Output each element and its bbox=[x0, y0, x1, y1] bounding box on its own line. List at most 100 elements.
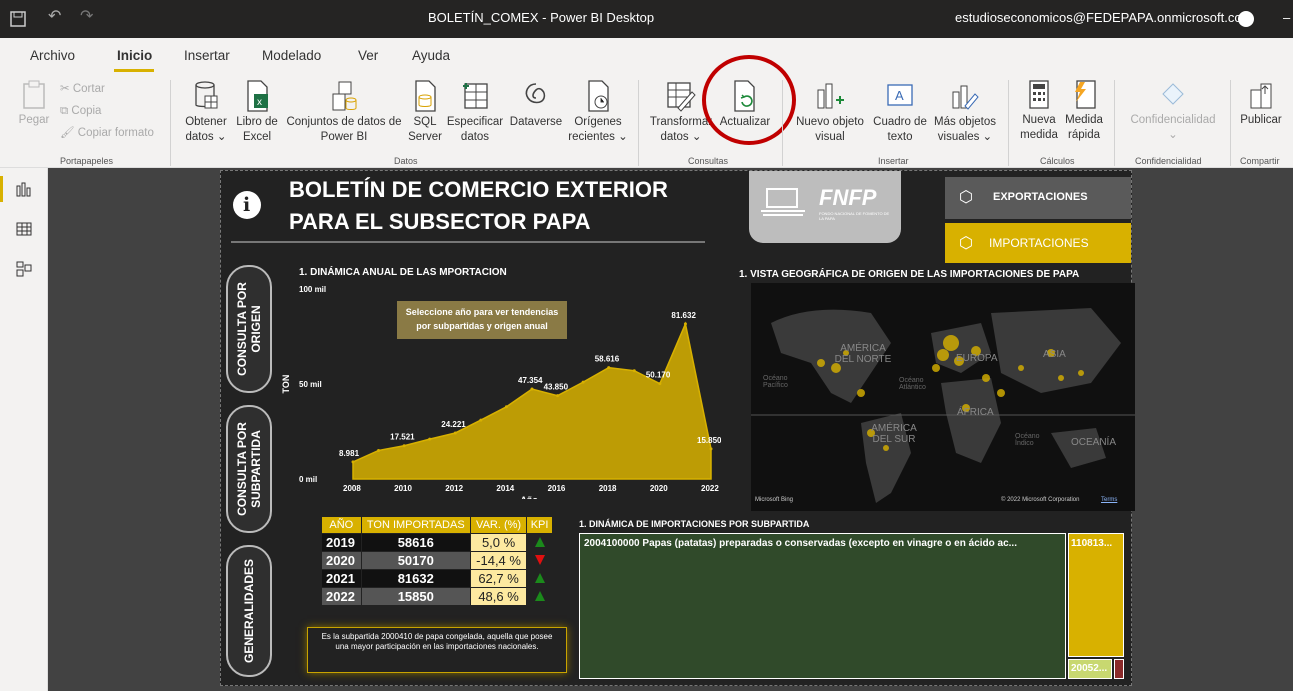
publish-button[interactable]: Publicar bbox=[1235, 80, 1287, 128]
recent-sources-label: Orígenes bbox=[574, 116, 622, 128]
report-title-2: PARA EL SUBSECTOR PAPA bbox=[289, 209, 591, 234]
group-calculos: Cálculos bbox=[1040, 156, 1075, 166]
sql-label2: Server bbox=[408, 131, 442, 143]
table-row[interactable]: 2020 50170 -14,4 % bbox=[321, 551, 553, 570]
kpi-var: 48,6 % bbox=[469, 587, 528, 606]
menu-ayuda[interactable]: Ayuda bbox=[412, 48, 450, 63]
avatar[interactable] bbox=[1238, 11, 1254, 27]
copy-icon: ⧉ bbox=[60, 105, 72, 117]
save-icon[interactable] bbox=[10, 11, 26, 27]
import-button[interactable]: ⬡ IMPORTACIONES bbox=[945, 223, 1131, 263]
format-painter-button[interactable]: 🖌 Copiar formato bbox=[60, 126, 154, 141]
treemap[interactable]: 2004100000 Papas (patatas) preparadas o … bbox=[579, 533, 1131, 679]
table-icon bbox=[463, 83, 488, 109]
info-icon: i bbox=[233, 191, 261, 219]
recent-sources-button[interactable]: Orígenes recientes ⌄ bbox=[566, 80, 630, 145]
tab-generalidades[interactable]: GENERALIDADES bbox=[226, 545, 272, 677]
menu-inicio[interactable]: Inicio bbox=[117, 48, 152, 63]
new-measure-button[interactable]: Nueva medida bbox=[1016, 80, 1062, 143]
excel-label2: Excel bbox=[242, 131, 272, 143]
model-view-icon[interactable] bbox=[15, 260, 33, 278]
y-tick-label: 100 mil bbox=[299, 285, 326, 294]
menu-insertar[interactable]: Insertar bbox=[184, 48, 230, 63]
dataset-icon bbox=[332, 81, 357, 111]
more-visuals-label: Más objetos bbox=[933, 116, 996, 128]
redo-icon[interactable]: ↷ bbox=[80, 6, 93, 26]
new-visual-button[interactable]: Nuevo objeto visual bbox=[790, 80, 870, 145]
calculator-icon bbox=[1029, 80, 1049, 109]
menu-modelado[interactable]: Modelado bbox=[262, 48, 321, 63]
copy-button[interactable]: ⧉ Copia bbox=[60, 104, 101, 119]
sensitivity-icon bbox=[1162, 83, 1184, 105]
map-terms-link[interactable]: Terms bbox=[1101, 497, 1117, 503]
cut-label: Cortar bbox=[72, 83, 105, 95]
paste-button[interactable]: Pegar bbox=[18, 80, 50, 128]
treemap-tile-3-value: 20052... bbox=[1071, 663, 1108, 674]
tab-consulta-subpartida[interactable]: CONSULTA POR SUBPARTIDA bbox=[226, 405, 272, 533]
table-row[interactable]: 2021 81632 62,7 % bbox=[321, 569, 553, 588]
treemap-tile-3[interactable]: 20052... bbox=[1068, 659, 1112, 679]
area-point bbox=[504, 405, 508, 409]
recent-sources-label2: recientes ⌄ bbox=[568, 131, 628, 143]
menu-ver[interactable]: Ver bbox=[358, 48, 378, 63]
data-label: 58.616 bbox=[595, 355, 620, 364]
y-tick-label: 0 mil bbox=[299, 475, 317, 484]
quick-measure-button[interactable]: Medida rápida bbox=[1062, 80, 1106, 143]
cut-button[interactable]: ✂ Cortar bbox=[60, 82, 105, 97]
treemap-title: 1. DINÁMICA DE IMPORTACIONES POR SUBPART… bbox=[579, 519, 810, 529]
pbi-datasets-label2: Power BI bbox=[320, 131, 368, 143]
kpi-indicator bbox=[526, 533, 553, 552]
publish-icon bbox=[1250, 83, 1272, 109]
area-point bbox=[377, 449, 381, 452]
table-row[interactable]: 2022 15850 48,6 % bbox=[321, 587, 553, 606]
new-visual-icon bbox=[817, 83, 844, 109]
menu-archivo[interactable]: Archivo bbox=[30, 48, 75, 63]
kpi-ton: 58616 bbox=[360, 533, 471, 552]
table-row[interactable]: 2019 58616 5,0 % bbox=[321, 533, 553, 552]
get-data-label: Obtener bbox=[185, 116, 227, 128]
text-box-button[interactable]: A Cuadro de texto bbox=[869, 80, 931, 145]
map-label-atlantic: Océano Atlántico bbox=[899, 377, 926, 391]
treemap-tile-main[interactable]: 2004100000 Papas (patatas) preparadas o … bbox=[579, 533, 1066, 679]
database-icon bbox=[195, 81, 218, 109]
map-label-south-america: AMÉRICA DEL SUR bbox=[871, 423, 917, 445]
dataverse-icon bbox=[525, 83, 546, 104]
data-label: 43.850 bbox=[544, 383, 569, 392]
sql-server-button[interactable]: SQL Server bbox=[405, 80, 445, 145]
x-tick-label: 2022 bbox=[701, 484, 719, 493]
menu-bar: Archivo Inicio Insertar Modelado Ver Ayu… bbox=[0, 38, 1293, 72]
new-measure-label2: medida bbox=[1020, 129, 1058, 141]
more-visuals-button[interactable]: Más objetos visuales ⌄ bbox=[929, 80, 1001, 145]
account-email[interactable]: estudioseconomicos@FEDEPAPA.onmicrosoft.… bbox=[955, 10, 1252, 25]
world-map[interactable]: AMÉRICA DEL NORTE AMÉRICA DEL SUR EUROPA… bbox=[751, 283, 1135, 511]
quick-measure-label2: rápida bbox=[1068, 129, 1100, 141]
sensitivity-button[interactable]: Confidencialidad ⌄ bbox=[1122, 80, 1224, 143]
kpi-indicator bbox=[526, 569, 553, 588]
data-view-icon[interactable] bbox=[15, 220, 33, 238]
treemap-tile-2[interactable]: 110813... bbox=[1068, 533, 1124, 657]
tab-consulta-origen[interactable]: CONSULTA POR ORIGEN bbox=[226, 265, 272, 393]
map-label-indian: Océano Índico bbox=[1015, 433, 1040, 447]
treemap-tile-4[interactable] bbox=[1114, 659, 1124, 679]
import-label: IMPORTACIONES bbox=[989, 236, 1089, 250]
up-triangle-icon bbox=[534, 537, 545, 547]
undo-icon[interactable]: ↶ bbox=[48, 6, 61, 26]
fnfp-text: FNFP bbox=[819, 185, 877, 210]
tab-origen-label: CONSULTA POR ORIGEN bbox=[235, 282, 263, 376]
dataverse-button[interactable]: Dataverse bbox=[506, 80, 566, 130]
area-point bbox=[709, 447, 713, 451]
map-label-pacific: Océano Pacífico bbox=[763, 375, 788, 389]
more-visuals-icon bbox=[952, 85, 979, 110]
export-button[interactable]: ⬡ EXPORTACIONES bbox=[945, 177, 1131, 219]
minimize-icon[interactable]: – bbox=[1283, 10, 1290, 25]
map-label-asia: ASIA bbox=[1043, 349, 1066, 360]
get-data-button[interactable]: Obtener datos ⌄ bbox=[180, 80, 232, 145]
pbi-datasets-button[interactable]: Conjuntos de datos de Power BI bbox=[283, 80, 405, 145]
recent-icon bbox=[588, 80, 609, 112]
excel-button[interactable]: x Libro de Excel bbox=[232, 80, 282, 145]
enter-data-button[interactable]: Especificar datos bbox=[444, 80, 506, 145]
report-view-icon[interactable] bbox=[15, 180, 33, 198]
kpi-header-ton: TON IMPORTADAS bbox=[360, 516, 471, 534]
map-label-oceania: OCEANÍA bbox=[1071, 437, 1117, 448]
quick-measure-label: Medida bbox=[1065, 114, 1103, 126]
